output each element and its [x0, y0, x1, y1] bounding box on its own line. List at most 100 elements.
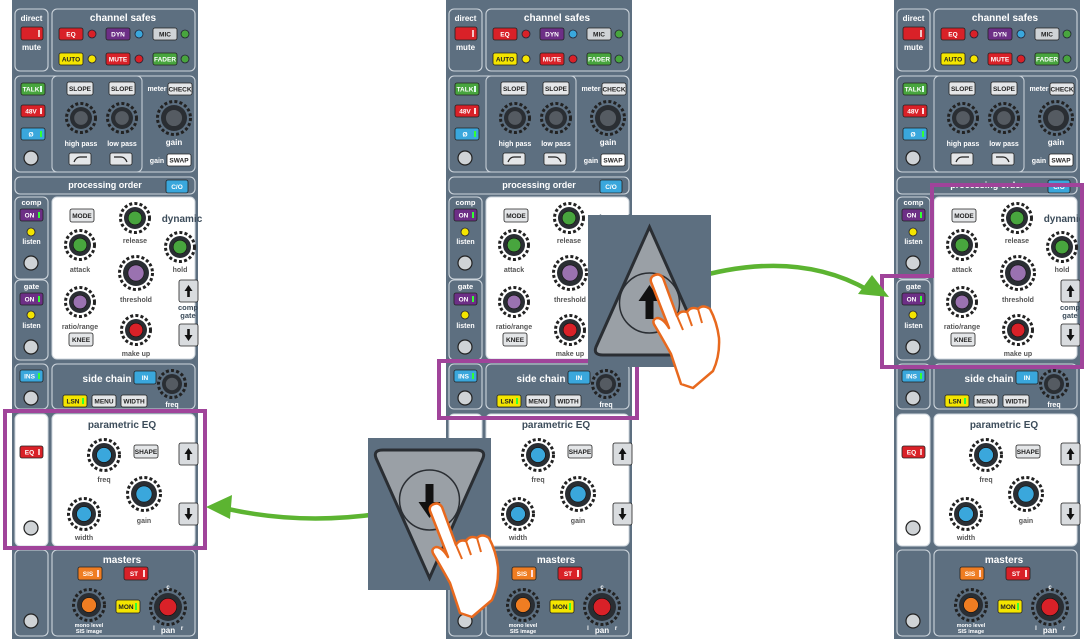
right-mute-button[interactable] — [902, 26, 926, 41]
right-talk-button[interactable]: TALK — [902, 82, 928, 96]
middle-comp-on-button[interactable]: ON — [453, 208, 478, 222]
middle-shape-button[interactable]: SHAPE — [567, 444, 593, 459]
middle-in-button[interactable]: IN — [567, 370, 591, 385]
left-safe-eq-button[interactable]: EQ — [58, 27, 84, 41]
right-comp-round-button[interactable] — [905, 255, 921, 271]
right-input-round-button[interactable] — [905, 150, 921, 166]
left-safe-auto-button[interactable]: AUTO — [58, 52, 84, 66]
middle-sis-button[interactable]: SIS — [511, 566, 537, 581]
middle-safe-mute-button[interactable]: MUTE — [539, 52, 565, 66]
right-safe-auto-button[interactable]: AUTO — [940, 52, 966, 66]
right-safe-eq-button[interactable]: EQ — [940, 27, 966, 41]
right-swap-button[interactable]: SWAP — [1048, 153, 1074, 167]
left-eq-down-button[interactable] — [178, 502, 199, 526]
middle-ins-round-button[interactable] — [457, 390, 473, 406]
left-safe-mic-button[interactable]: MIC — [152, 27, 178, 41]
left-mon-button[interactable]: MON — [115, 599, 141, 614]
middle-48v-button[interactable]: 48V — [454, 104, 480, 118]
middle-side-chain-freq-knob[interactable] — [591, 369, 621, 399]
left-check-button[interactable]: CHECK — [167, 82, 193, 96]
middle-co-button[interactable]: C/O — [599, 179, 623, 194]
left-co-button[interactable]: C/O — [165, 179, 189, 194]
right-menu-button[interactable]: MENU — [973, 394, 999, 408]
left-knee-button[interactable]: KNEE — [68, 332, 94, 347]
left-safe-dyn-button[interactable]: DYN — [105, 27, 131, 41]
left-side-chain-freq-knob[interactable] — [157, 369, 187, 399]
left-sis-button[interactable]: SIS — [77, 566, 103, 581]
middle-safe-eq-button[interactable]: EQ — [492, 27, 518, 41]
middle-safe-dyn-button[interactable]: DYN — [539, 27, 565, 41]
right-width-button[interactable]: WIDTH — [1002, 394, 1030, 408]
right-st-button[interactable]: ST — [1005, 566, 1031, 581]
middle-eq-gain-knob[interactable] — [560, 476, 596, 512]
middle-mon-button[interactable]: MON — [549, 599, 575, 614]
middle-safe-mic-button[interactable]: MIC — [586, 27, 612, 41]
middle-slope-hp-button[interactable]: SLOPE — [500, 81, 528, 96]
left-mute-button[interactable] — [20, 26, 44, 41]
left-eq-round-button[interactable] — [23, 520, 39, 536]
middle-input-round-button[interactable] — [457, 150, 473, 166]
right-ins-round-button[interactable] — [905, 390, 921, 406]
right-comp-on-button[interactable]: ON — [901, 208, 926, 222]
left-safe-mute-button[interactable]: MUTE — [105, 52, 131, 66]
right-comp-gate-up-button[interactable] — [1060, 279, 1081, 303]
right-sis-button[interactable]: SIS — [959, 566, 985, 581]
left-eq-up-button[interactable] — [178, 442, 199, 466]
middle-safe-fader-button[interactable]: FADER — [586, 52, 612, 66]
left-gate-round-button[interactable] — [23, 339, 39, 355]
middle-talk-button[interactable]: TALK — [454, 82, 480, 96]
right-eq-down-button[interactable] — [1060, 502, 1081, 526]
left-safe-fader-button[interactable]: FADER — [152, 52, 178, 66]
left-ins-button[interactable]: INS — [19, 369, 44, 383]
right-mon-button[interactable]: MON — [997, 599, 1023, 614]
middle-slope-lp-button[interactable]: SLOPE — [542, 81, 570, 96]
right-eq-up-button[interactable] — [1060, 442, 1081, 466]
middle-gain-knob[interactable] — [590, 100, 626, 136]
right-48v-button[interactable]: 48V — [902, 104, 928, 118]
left-talk-button[interactable]: TALK — [20, 82, 46, 96]
left-eq-button[interactable]: EQ — [19, 445, 44, 459]
right-eq-round-button[interactable] — [905, 520, 921, 536]
middle-ins-button[interactable]: INS — [453, 369, 478, 383]
left-comp-gate-down-button[interactable] — [178, 323, 199, 347]
right-slope-hp-button[interactable]: SLOPE — [948, 81, 976, 96]
left-gate-on-button[interactable]: ON — [19, 292, 44, 306]
left-threshold-knob[interactable] — [118, 255, 154, 291]
middle-swap-button[interactable]: SWAP — [600, 153, 626, 167]
right-ins-button[interactable]: INS — [901, 369, 926, 383]
right-shape-button[interactable]: SHAPE — [1015, 444, 1041, 459]
middle-safe-auto-button[interactable]: AUTO — [492, 52, 518, 66]
left-masters-round-button[interactable] — [23, 613, 39, 629]
left-gain-knob[interactable] — [156, 100, 192, 136]
right-hp-curve-button[interactable] — [950, 152, 974, 166]
middle-menu-button[interactable]: MENU — [525, 394, 551, 408]
right-eq-button[interactable]: EQ — [901, 445, 926, 459]
left-comp-round-button[interactable] — [23, 255, 39, 271]
left-phase-button[interactable]: Ø — [20, 127, 46, 141]
right-mode-button[interactable]: MODE — [951, 208, 977, 223]
left-hp-curve-button[interactable] — [68, 152, 92, 166]
right-check-button[interactable]: CHECK — [1049, 82, 1075, 96]
middle-hp-curve-button[interactable] — [502, 152, 526, 166]
right-comp-gate-down-button[interactable] — [1060, 323, 1081, 347]
right-phase-button[interactable]: Ø — [902, 127, 928, 141]
right-threshold-knob[interactable] — [1000, 255, 1036, 291]
left-slope-lp-button[interactable]: SLOPE — [108, 81, 136, 96]
right-lp-curve-button[interactable] — [991, 152, 1015, 166]
right-eq-gain-knob[interactable] — [1008, 476, 1044, 512]
middle-st-button[interactable]: ST — [557, 566, 583, 581]
left-comp-on-button[interactable]: ON — [19, 208, 44, 222]
right-knee-button[interactable]: KNEE — [950, 332, 976, 347]
left-eq-gain-knob[interactable] — [126, 476, 162, 512]
middle-eq-up-button[interactable] — [612, 442, 633, 466]
left-48v-button[interactable]: 48V — [20, 104, 46, 118]
right-in-button[interactable]: IN — [1015, 370, 1039, 385]
middle-lsn-button[interactable]: LSN — [496, 394, 522, 408]
left-lp-curve-button[interactable] — [109, 152, 133, 166]
middle-gate-on-button[interactable]: ON — [453, 292, 478, 306]
middle-knee-button[interactable]: KNEE — [502, 332, 528, 347]
right-gate-round-button[interactable] — [905, 339, 921, 355]
right-safe-mic-button[interactable]: MIC — [1034, 27, 1060, 41]
middle-mute-button[interactable] — [454, 26, 478, 41]
right-safe-mute-button[interactable]: MUTE — [987, 52, 1013, 66]
